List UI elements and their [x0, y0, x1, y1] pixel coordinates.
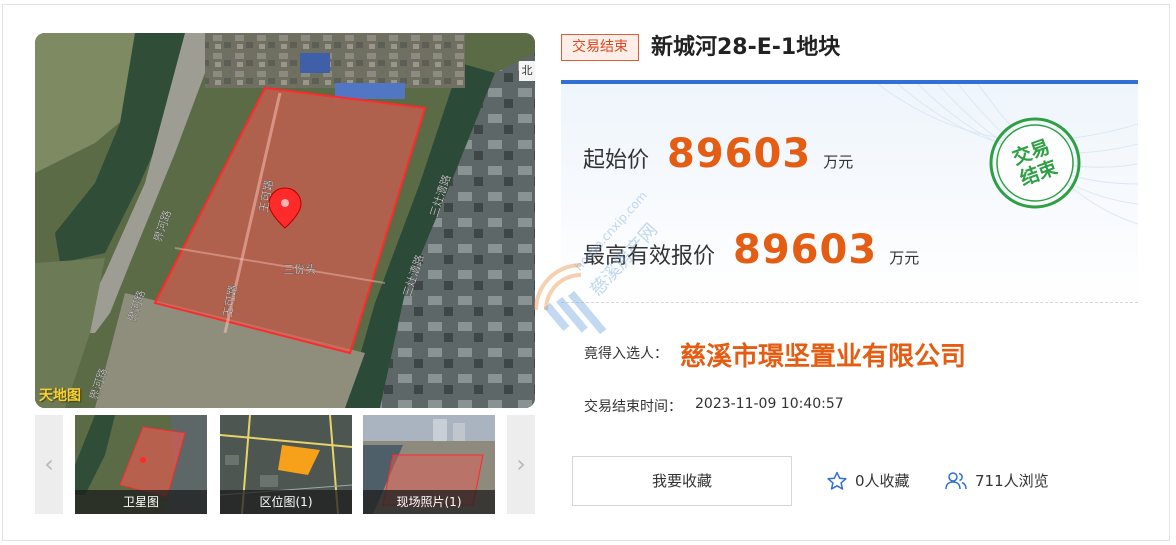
start-price-label: 起始价	[583, 148, 650, 173]
status-badge: 交易结束	[561, 34, 639, 61]
divider	[561, 302, 1138, 303]
views-count-text: 711人浏览	[975, 472, 1049, 490]
winner-name: 慈溪市璟坚置业有限公司	[680, 342, 967, 372]
thumbnail-label: 卫星图	[75, 490, 207, 514]
thumbnail-satellite[interactable]: 卫星图	[75, 415, 207, 514]
thumbnail-prev-button[interactable]: ‹	[35, 415, 63, 514]
main-satellite-image[interactable]: 界河路 界河路 界河路 王可路 王可路 三灶漕路 三灶漕路 三份头 北 天地图	[35, 33, 535, 408]
start-price-value: 89603	[667, 131, 812, 177]
end-time-label: 交易结束时间：	[584, 399, 682, 415]
favorite-button[interactable]: 我要收藏	[572, 456, 792, 506]
star-icon	[827, 471, 847, 490]
site-label: 三份头	[283, 263, 316, 276]
thumbnail-label: 现场照片(1)	[363, 490, 495, 514]
satellite-map: 界河路 界河路 界河路 王可路 王可路 三灶漕路 三灶漕路 三份头	[35, 33, 535, 408]
favorites-count-text: 0人收藏	[855, 472, 910, 490]
thumbnail-label: 区位图(1)	[220, 490, 352, 514]
favorites-count[interactable]: 0人收藏	[827, 470, 910, 491]
start-price-unit: 万元	[823, 153, 854, 171]
start-price-row: 起始价 89603 万元	[583, 131, 853, 177]
top-bid-unit: 万元	[889, 249, 920, 267]
map-brand-logo: 天地图	[39, 388, 81, 404]
thumbnail-next-button[interactable]: ›	[507, 415, 535, 514]
page-title: 新城河28-E-1地块	[651, 35, 841, 60]
winner-label: 竟得入选人：	[584, 346, 668, 362]
deal-closed-stamp-icon: 交易 结束	[988, 116, 1082, 210]
views-count: 711人浏览	[945, 470, 1049, 491]
end-time-value: 2023-11-09 10:40:57	[695, 396, 844, 412]
users-icon	[945, 471, 967, 489]
compass-label: 北	[519, 61, 535, 81]
top-bid-value: 89603	[733, 227, 878, 273]
thumbnail-strip: ‹ 卫星图 区位图(1) 现场照片(1) ›	[35, 415, 535, 514]
thumbnail-site-photo[interactable]: 现场照片(1)	[363, 415, 495, 514]
thumbnail-location-map[interactable]: 区位图(1)	[220, 415, 352, 514]
